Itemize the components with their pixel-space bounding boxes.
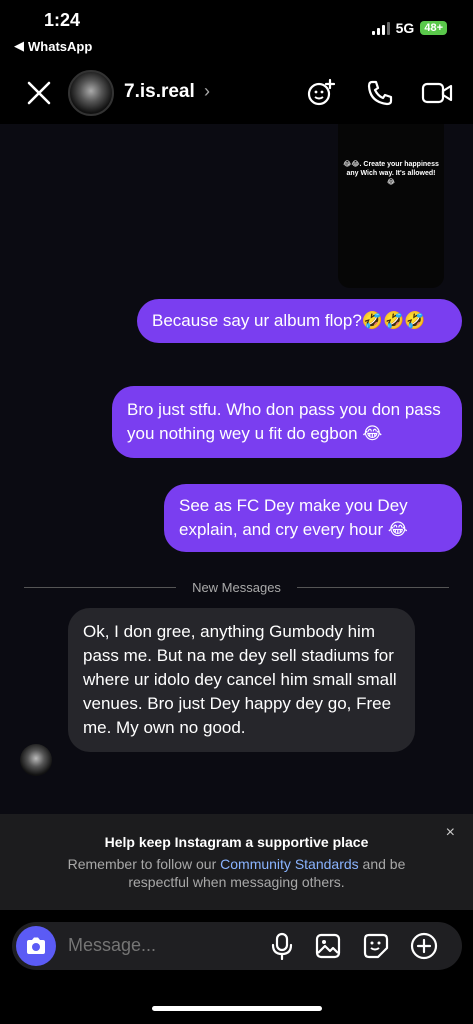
- sticker-button[interactable]: [362, 932, 390, 960]
- signal-icon: [371, 21, 390, 35]
- chat-header: 7.is.real ›: [0, 62, 473, 124]
- message-bubble-outgoing[interactable]: See as FC Dey make you Dey explain, and …: [164, 484, 462, 552]
- add-effect-icon: [307, 78, 336, 106]
- sticker-icon: [363, 933, 389, 959]
- close-button[interactable]: [22, 76, 56, 110]
- chevron-right-icon[interactable]: ›: [204, 81, 210, 102]
- shared-reel[interactable]: 😂😂. Create your happiness any Wich way. …: [338, 124, 444, 288]
- gallery-icon: [315, 933, 341, 959]
- video-call-button[interactable]: [420, 76, 454, 110]
- message-bubble-incoming[interactable]: Ok, I don gree, anything Gumbody him pas…: [68, 608, 415, 752]
- contact-username[interactable]: 7.is.real: [124, 81, 195, 103]
- video-call-icon: [421, 82, 453, 104]
- close-icon: [27, 81, 51, 105]
- phone-icon: [367, 80, 393, 106]
- voice-message-button[interactable]: [268, 932, 296, 960]
- network-label: 5G: [395, 20, 415, 36]
- notice-body: Remember to follow our Community Standar…: [40, 855, 433, 891]
- supportive-place-notice: × Help keep Instagram a supportive place…: [0, 814, 473, 910]
- more-options-button[interactable]: [410, 932, 438, 960]
- back-arrow-icon: ◀: [14, 38, 24, 53]
- plus-icon: [410, 932, 438, 960]
- status-time: 1:24: [44, 10, 81, 30]
- avatar[interactable]: [68, 70, 114, 116]
- back-to-app-link[interactable]: ◀ WhatsApp: [14, 38, 92, 54]
- message-bubble-outgoing[interactable]: Bro just stfu. Who don pass you don pass…: [112, 386, 462, 458]
- message-thread[interactable]: 😂😂. Create your happiness any Wich way. …: [0, 124, 473, 814]
- message-composer: [12, 922, 462, 970]
- battery-icon: 48+: [420, 21, 447, 35]
- divider-label: New Messages: [192, 580, 281, 595]
- camera-icon: [27, 937, 45, 954]
- status-indicators: 5G 48+: [371, 20, 447, 36]
- reel-caption: 😂😂. Create your happiness any Wich way. …: [343, 161, 439, 186]
- message-input[interactable]: [68, 935, 248, 956]
- message-bubble-outgoing[interactable]: Because say ur album flop?🤣🤣🤣: [137, 299, 462, 343]
- camera-button[interactable]: [16, 926, 56, 966]
- new-messages-divider: New Messages: [24, 578, 449, 598]
- gallery-button[interactable]: [314, 932, 342, 960]
- back-app-label: WhatsApp: [28, 38, 93, 54]
- sender-avatar[interactable]: [20, 744, 52, 776]
- effects-button[interactable]: [304, 76, 338, 110]
- home-indicator: [152, 1006, 322, 1011]
- notice-body-prefix: Remember to follow our: [67, 856, 221, 872]
- audio-call-button[interactable]: [363, 76, 397, 110]
- community-standards-link[interactable]: Community Standards: [220, 856, 359, 872]
- notice-title: Help keep Instagram a supportive place: [104, 834, 369, 850]
- microphone-icon: [271, 932, 293, 960]
